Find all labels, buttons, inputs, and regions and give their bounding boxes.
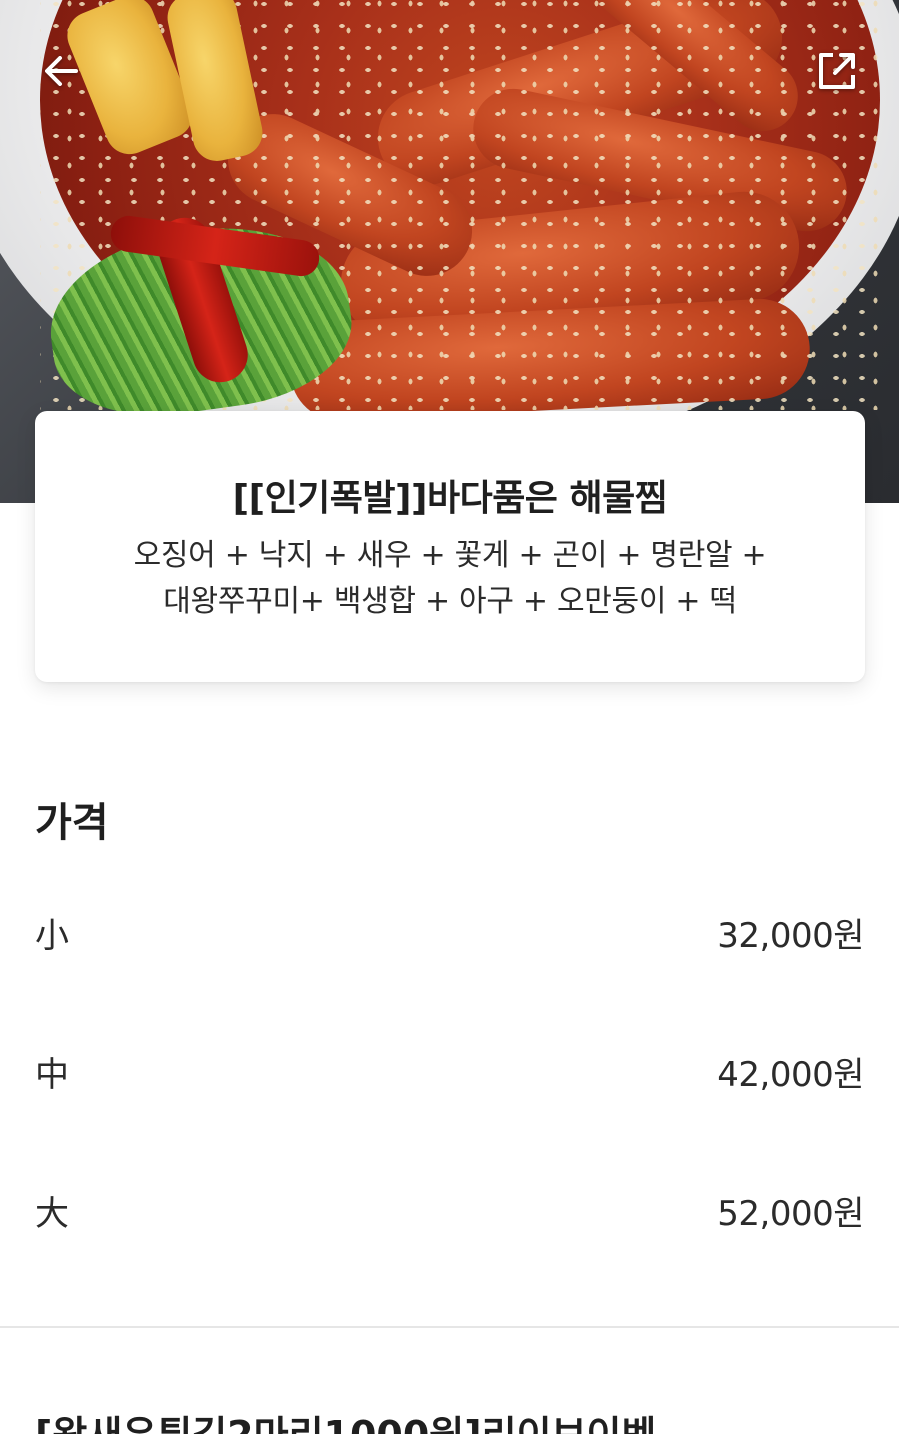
price-option-price: 52,000원 — [717, 1193, 864, 1234]
menu-detail-page: [[인기폭발]]바다품은 해물찜 오징어 + 낙지 + 새우 + 꽃게 + 곤이… — [0, 0, 899, 1434]
description-line-1: 오징어 + 낙지 + 새우 + 꽃게 + 곤이 + 명란알 + — [133, 538, 767, 573]
price-section-title: 가격 — [35, 800, 109, 846]
price-option-size: 大 — [35, 1193, 69, 1234]
price-option-price: 32,000원 — [717, 915, 864, 956]
menu-info-card: [[인기폭발]]바다품은 해물찜 오징어 + 낙지 + 새우 + 꽃게 + 곤이… — [35, 411, 865, 682]
menu-item-title: [[인기폭발]]바다품은 해물찜 — [232, 478, 668, 519]
price-option-size: 小 — [35, 915, 69, 956]
arrow-left-icon — [40, 50, 82, 96]
price-option-medium[interactable]: 中 42,000원 — [35, 1041, 864, 1101]
share-button[interactable] — [810, 46, 864, 100]
back-button[interactable] — [34, 46, 88, 100]
price-option-small[interactable]: 小 32,000원 — [35, 902, 864, 962]
menu-item-description: 오징어 + 낙지 + 새우 + 꽃게 + 곤이 + 명란알 + 대왕쭈꾸미+ 백… — [75, 533, 825, 625]
price-option-size: 中 — [35, 1054, 69, 1095]
section-divider — [0, 1326, 899, 1328]
description-line-2: 대왕쭈꾸미+ 백생합 + 아구 + 오만둥이 + 떡 — [163, 584, 737, 619]
share-external-icon — [815, 49, 859, 97]
price-option-large[interactable]: 大 52,000원 — [35, 1180, 864, 1240]
next-section-title: [왕새우튀김2마리1000원]리이브이벤 — [35, 1404, 656, 1434]
price-option-price: 42,000원 — [717, 1054, 864, 1095]
